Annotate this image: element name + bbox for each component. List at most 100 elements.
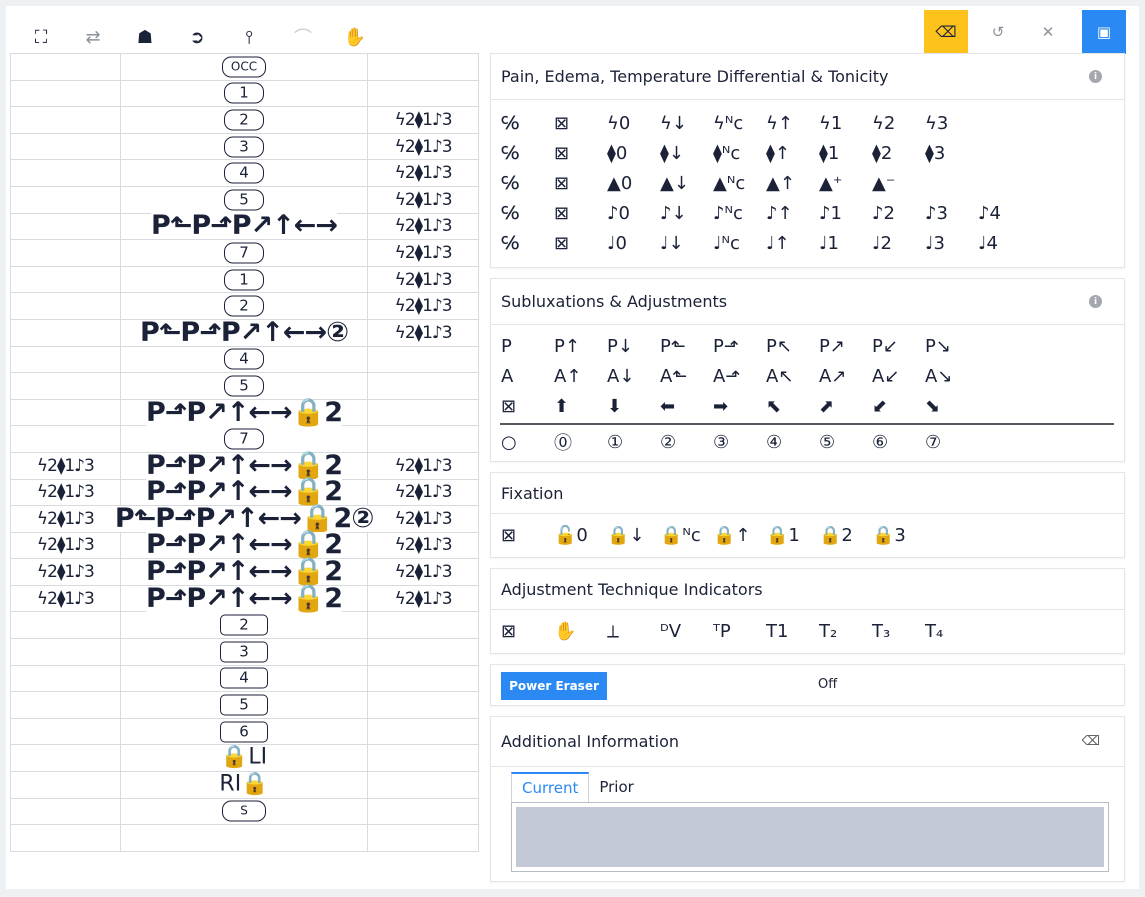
- symbol-option[interactable]: 🔒↓: [607, 520, 657, 550]
- symbol-option[interactable]: ⟂: [607, 616, 657, 646]
- spine-cell-left[interactable]: [11, 798, 121, 825]
- symbol-option[interactable]: ⊠: [554, 228, 604, 258]
- hand-icon[interactable]: ✋: [341, 20, 369, 54]
- symbol-option[interactable]: ▲⁻: [872, 168, 922, 198]
- symbol-option[interactable]: ϟ↑: [766, 108, 816, 138]
- symbol-option[interactable]: ♪↓: [660, 198, 710, 228]
- spine-cell-right[interactable]: [368, 612, 479, 639]
- spine-cell-left[interactable]: [11, 745, 121, 772]
- symbol-option[interactable]: A↗: [819, 361, 869, 391]
- spine-cell-mid[interactable]: P⬏P↗↑←→🔒2: [121, 452, 369, 479]
- symbol-option[interactable]: ♩ᴺc: [713, 228, 763, 258]
- spine-cell-mid[interactable]: 1: [121, 80, 369, 107]
- symbol-option[interactable]: A↑: [554, 361, 604, 391]
- symbol-option[interactable]: ♩↓: [660, 228, 710, 258]
- symbol-option[interactable]: ③: [713, 427, 763, 457]
- symbol-option[interactable]: ⬋: [872, 391, 922, 421]
- symbol-option[interactable]: P↘: [925, 331, 975, 361]
- notes-textarea[interactable]: [516, 807, 1104, 867]
- spine-cell-left[interactable]: [11, 133, 121, 160]
- symbol-option[interactable]: ⑦: [925, 427, 975, 457]
- symbol-option[interactable]: A↓: [607, 361, 657, 391]
- eraser-icon[interactable]: ⌫: [1082, 734, 1100, 749]
- spine-cell-right[interactable]: ϟ2⧫1♪3: [368, 319, 479, 346]
- spine-cell-left[interactable]: [11, 373, 121, 399]
- symbol-option[interactable]: ϟ2: [872, 108, 922, 138]
- symbol-option[interactable]: ⊠: [501, 616, 551, 646]
- symbol-option[interactable]: ᵀP: [713, 616, 763, 646]
- symbol-option[interactable]: ♪ᴺc: [713, 198, 763, 228]
- symbol-option[interactable]: ℅: [501, 228, 551, 258]
- symbol-option[interactable]: ▲ᴺc: [713, 168, 763, 198]
- spine-cell-right[interactable]: [368, 80, 479, 107]
- symbol-option[interactable]: 🔒3: [872, 520, 922, 550]
- spine-cell-mid[interactable]: 3: [121, 133, 369, 160]
- spine-cell-mid[interactable]: P⬏P↗↑←→🔒2: [121, 531, 369, 559]
- symbol-option[interactable]: ℅: [501, 108, 551, 138]
- spine-cell-mid[interactable]: 5: [121, 186, 369, 213]
- symbol-option[interactable]: ♪2: [872, 198, 922, 228]
- spine-cell-mid[interactable]: RI🔒: [121, 772, 369, 798]
- spine-cell-mid[interactable]: 7: [121, 426, 369, 452]
- symbol-option[interactable]: ✋: [554, 616, 604, 646]
- spine-cell-left[interactable]: [11, 213, 121, 240]
- symbol-option[interactable]: ①: [607, 427, 657, 457]
- symbol-option[interactable]: ϟ0: [607, 108, 657, 138]
- spine-cell-mid[interactable]: 2: [121, 293, 369, 319]
- doctor-icon[interactable]: ☗: [131, 20, 159, 54]
- spine-cell-right[interactable]: [368, 798, 479, 825]
- spine-cell-right[interactable]: [368, 825, 479, 851]
- symbol-option[interactable]: ⊠: [554, 138, 604, 168]
- spine-cell-left[interactable]: ϟ2⧫1♪3: [11, 559, 121, 585]
- spine-cell-left[interactable]: ϟ2⧫1♪3: [11, 506, 121, 532]
- spine-cell-left[interactable]: [11, 612, 121, 639]
- tab-prior[interactable]: Prior: [589, 772, 643, 802]
- spine-cell-left[interactable]: [11, 665, 121, 692]
- spine-cell-right[interactable]: ϟ2⧫1♪3: [368, 213, 479, 240]
- symbol-option[interactable]: ▲⁺: [819, 168, 869, 198]
- symbol-option[interactable]: ℅: [501, 198, 551, 228]
- symbol-option[interactable]: ⓪: [554, 427, 604, 457]
- symbol-option[interactable]: ▲0: [607, 168, 657, 198]
- spine-cell-mid[interactable]: [121, 825, 369, 851]
- symbol-option[interactable]: A⬑: [660, 361, 710, 391]
- power-eraser-button[interactable]: Power Eraser: [501, 672, 607, 700]
- symbol-option[interactable]: ℅: [501, 168, 551, 198]
- spine-cell-right[interactable]: ϟ2⧫1♪3: [368, 452, 479, 479]
- spine-cell-mid[interactable]: P⬏P↗↑←→🔒2: [121, 399, 369, 426]
- spine-cell-right[interactable]: ϟ2⧫1♪3: [368, 559, 479, 585]
- symbol-option[interactable]: ⬈: [819, 391, 869, 421]
- spine-cell-right[interactable]: [368, 692, 479, 718]
- spine-cell-left[interactable]: [11, 399, 121, 426]
- spine-cell-right[interactable]: ϟ2⧫1♪3: [368, 266, 479, 293]
- spine-cell-left[interactable]: [11, 825, 121, 851]
- spine-cell-right[interactable]: ϟ2⧫1♪3: [368, 133, 479, 160]
- spine-cell-left[interactable]: [11, 240, 121, 266]
- symbol-option[interactable]: P↗: [819, 331, 869, 361]
- symbol-option[interactable]: ○: [501, 427, 551, 457]
- spine-cell-mid[interactable]: OCC: [121, 54, 369, 80]
- spine-cell-mid[interactable]: 4: [121, 665, 369, 692]
- symbol-option[interactable]: P↖: [766, 331, 816, 361]
- spine-cell-right[interactable]: [368, 718, 479, 745]
- symbol-option[interactable]: A⬏: [713, 361, 763, 391]
- symbol-option[interactable]: P↓: [607, 331, 657, 361]
- symbol-option[interactable]: 🔒1: [766, 520, 816, 550]
- symbol-option[interactable]: P↙: [872, 331, 922, 361]
- spine-cell-mid[interactable]: 4: [121, 346, 369, 373]
- symbol-option[interactable]: ♩2: [872, 228, 922, 258]
- pin-tool-icon[interactable]: ⫯: [235, 20, 263, 54]
- symbol-option[interactable]: ⑥: [872, 427, 922, 457]
- close-button[interactable]: ✕: [1026, 10, 1070, 54]
- tab-current[interactable]: Current: [511, 772, 590, 802]
- symbol-option[interactable]: ℅: [501, 138, 551, 168]
- spine-cell-mid[interactable]: 🔒LI: [121, 745, 369, 772]
- spine-cell-right[interactable]: ϟ2⧫1♪3: [368, 506, 479, 532]
- symbol-option[interactable]: ⬉: [766, 391, 816, 421]
- spine-cell-left[interactable]: [11, 319, 121, 346]
- symbol-option[interactable]: P⬏: [713, 331, 763, 361]
- symbol-option[interactable]: ④: [766, 427, 816, 457]
- spine-cell-right[interactable]: [368, 745, 479, 772]
- symbol-option[interactable]: ②: [660, 427, 710, 457]
- save-button[interactable]: ▣: [1082, 10, 1126, 54]
